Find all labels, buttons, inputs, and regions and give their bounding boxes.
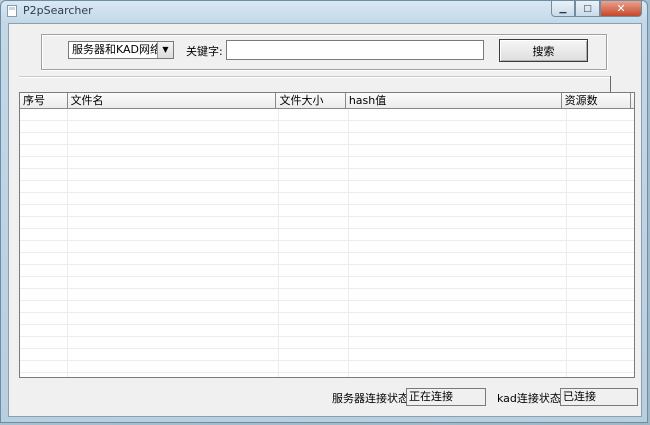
column-header-filename[interactable]: 文件名 (67, 93, 277, 109)
minimize-icon: ▁ (559, 3, 567, 14)
server-status-value: 正在连接 (406, 388, 486, 406)
window-controls: ▁ □ ✕ (551, 1, 642, 17)
server-status-label: 服务器连接状态: (332, 392, 413, 405)
column-gridline (67, 109, 68, 377)
maximize-button[interactable]: □ (575, 1, 600, 17)
column-gridline (278, 109, 279, 377)
close-icon: ✕ (616, 2, 626, 15)
search-button[interactable]: 搜索 (499, 39, 588, 62)
separator-highlight (19, 77, 611, 78)
close-button[interactable]: ✕ (600, 1, 642, 17)
results-list[interactable]: 序号 文件名 文件大小 hash值 资源数 (19, 92, 635, 378)
column-header-sources[interactable]: 资源数 (561, 93, 632, 109)
column-header-index[interactable]: 序号 (20, 93, 68, 109)
column-gridline (348, 109, 349, 377)
title-bar[interactable]: P2pSearcher ▁ □ ✕ (1, 1, 647, 21)
kad-status-label: kad连接状态: (497, 392, 565, 405)
network-select-value: 服务器和KAD网络 (72, 43, 162, 56)
column-header-hash[interactable]: hash值 (345, 93, 562, 109)
maximize-icon: □ (583, 3, 592, 14)
chevron-down-icon[interactable]: ▼ (157, 42, 173, 58)
window-title: P2pSearcher (23, 4, 93, 17)
list-header: 序号 文件名 文件大小 hash值 资源数 (20, 93, 634, 109)
column-header-filesize[interactable]: 文件大小 (276, 93, 346, 109)
app-window: P2pSearcher ▁ □ ✕ 服务器和KAD网络 ▼ 关键字: 搜索 序号… (0, 0, 648, 423)
app-icon[interactable] (7, 5, 17, 17)
list-rows[interactable] (20, 109, 634, 377)
column-header-filler (631, 93, 634, 109)
network-select[interactable]: 服务器和KAD网络 ▼ (68, 41, 174, 59)
keyword-input[interactable] (226, 40, 484, 60)
kad-status-value: 已连接 (560, 388, 638, 406)
column-gridline (566, 109, 567, 377)
client-area: 服务器和KAD网络 ▼ 关键字: 搜索 序号 文件名 文件大小 hash值 资源… (8, 23, 642, 417)
minimize-button[interactable]: ▁ (551, 1, 575, 17)
keyword-label: 关键字: (186, 45, 223, 58)
